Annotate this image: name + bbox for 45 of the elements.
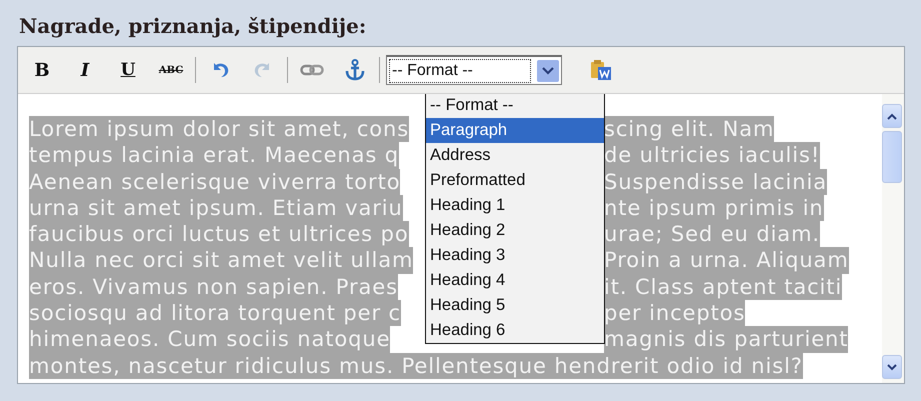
format-dropdown[interactable]: -- Format --: [386, 55, 562, 85]
format-option[interactable]: -- Format --: [426, 94, 604, 118]
selected-text: urae; Sed eu diam.: [604, 221, 820, 248]
selected-text: faucibus orci luctus et ultrices po: [29, 221, 409, 248]
format-option[interactable]: Heading 2: [426, 218, 604, 243]
format-option[interactable]: Address: [426, 143, 604, 168]
selected-text: nte ipsum primis in: [604, 194, 824, 222]
selected-text: Nulla nec orci sit amet velit ullam: [29, 247, 414, 274]
scrollbar-thumb[interactable]: [882, 131, 902, 183]
selected-text: magnis dis parturient: [604, 326, 848, 353]
format-option[interactable]: Heading 1: [426, 193, 604, 218]
selected-text: Suspendisse lacinia: [604, 168, 827, 195]
selected-text: Lorem ipsum dolor sit amet, cons: [29, 116, 410, 142]
selected-text: sociosqu ad litora torquent per c: [29, 300, 402, 326]
strike-button[interactable]: ABC: [151, 56, 191, 84]
format-option[interactable]: Paragraph: [426, 118, 604, 143]
anchor-icon: [345, 59, 365, 81]
section-heading: Nagrade, priznanja, štipendije:: [19, 13, 368, 40]
format-option[interactable]: Heading 5: [426, 293, 604, 318]
selected-text: himenaeos. Cum sociis natoque: [29, 326, 390, 353]
bold-button[interactable]: B: [22, 56, 62, 84]
underline-button[interactable]: U: [108, 56, 148, 84]
scroll-down-button[interactable]: [882, 355, 902, 379]
chevron-up-icon: [887, 112, 897, 120]
selected-text: per inceptos: [604, 300, 746, 326]
vertical-scrollbar[interactable]: [882, 94, 904, 383]
clipboard-document-icon: [590, 59, 612, 81]
chevron-down-icon: [887, 364, 897, 370]
selected-text: scing elit. Nam: [604, 116, 774, 142]
format-option[interactable]: Heading 4: [426, 268, 604, 293]
format-option[interactable]: Preformatted: [426, 168, 604, 193]
chain-link-icon: [300, 63, 324, 77]
italic-button[interactable]: I: [65, 56, 105, 84]
selected-text: it. Class aptent taciti: [604, 274, 842, 300]
selected-text: eros. Vivamus non sapien. Praes: [29, 274, 398, 300]
selected-text: Proin a urna. Aliquam: [604, 247, 849, 274]
selected-text: montes, nascetur ridiculus mus. Pellentesque hendrerit odio id nisl?: [29, 352, 803, 379]
selected-text: tempus lacinia erat. Maecenas q: [29, 142, 400, 169]
format-option[interactable]: Heading 3: [426, 243, 604, 268]
format-option[interactable]: Heading 6: [426, 318, 604, 343]
selected-text: Aenean scelerisque viverra torto: [29, 168, 400, 195]
scroll-up-button[interactable]: [882, 104, 902, 128]
format-value: -- Format --: [389, 58, 531, 82]
selected-text: urna sit amet ipsum. Etiam variu: [29, 194, 403, 222]
selected-text: de ultricies iaculis!: [604, 142, 820, 169]
